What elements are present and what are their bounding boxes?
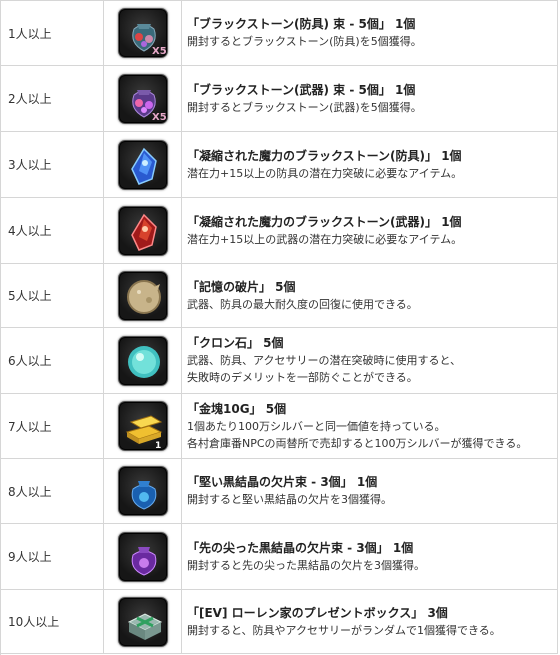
reward-table: 1人以上 X5 「ブラックストーン(防具) 束 - 5個」 1個 開封するとブラ… (0, 0, 558, 655)
item-description: 武器、防具の最大耐久度の回復に使用できる。 (187, 297, 418, 311)
icon-cell (104, 524, 182, 589)
icon-cell (104, 198, 182, 263)
blackstone-weapon-bundle-icon: X5 (117, 73, 168, 124)
table-row: 7人以上 1 「金塊10G」 5個 1個あたり100万シルバーと同一価値を持って… (1, 394, 558, 459)
condition-cell: 5人以上 (1, 264, 104, 327)
item-info-cell: 「先の尖った黒結晶の欠片束 - 3個」 1個 開封すると先の尖った黒結晶の欠片を… (182, 524, 558, 589)
table-row: 10人以上 「[EV] ローレン家のプレゼントボックス」 3個 開封すると、防具… (1, 590, 558, 654)
hard-crystal-shard-bundle-icon (117, 466, 168, 516)
table-row: 6人以上 「クロン石」 5個 武器、防具、アクセサリーの潜在突破時に使用すると、… (1, 328, 558, 394)
quantity-badge: 1 (155, 441, 161, 451)
table-row: 8人以上 「堅い黒結晶の欠片束 - 3個」 1個 開封すると堅い黒結晶の欠片を3… (1, 459, 558, 524)
item-name: 「ブラックストーン(武器) 束 - 5個」 1個 (187, 82, 416, 97)
icon-cell: X5 (104, 1, 182, 65)
item-info-cell: 「ブラックストーン(武器) 束 - 5個」 1個 開封するとブラックストーン(武… (182, 66, 558, 131)
item-description: 失敗時のデメリットを一部防ぐことができる。 (187, 371, 418, 384)
icon-cell: 1 (104, 394, 182, 458)
item-name: 「凝縮された魔力のブラックストーン(武器)」 1個 (187, 214, 462, 229)
quantity-badge: X5 (152, 46, 167, 57)
quantity-badge: X5 (152, 112, 167, 123)
table-row: 3人以上 「凝縮された魔力のブラックストーン(防具)」 1個 潜在力+15以上の… (1, 132, 558, 198)
icon-cell (104, 132, 182, 197)
condition-cell: 6人以上 (1, 328, 104, 393)
item-info-cell: 「ブラックストーン(防具) 束 - 5個」 1個 開封するとブラックストーン(防… (182, 1, 558, 65)
item-info-cell: 「記憶の破片」 5個 武器、防具の最大耐久度の回復に使用できる。 (182, 264, 558, 327)
table-row: 9人以上 「先の尖った黒結晶の欠片束 - 3個」 1個 開封すると先の尖った黒結… (1, 524, 558, 590)
item-name: 「先の尖った黒結晶の欠片束 - 3個」 1個 (187, 540, 414, 555)
loren-present-box-icon (117, 596, 168, 647)
condition-cell: 9人以上 (1, 524, 104, 589)
item-description: 潜在力+15以上の武器の潜在力突破に必要なアイテム。 (187, 232, 463, 246)
icon-cell (104, 459, 182, 523)
icon-cell (104, 264, 182, 327)
item-description: 各村倉庫番NPCの両替所で売却すると100万シルバーが獲得できる。 (187, 436, 528, 450)
item-description: 開封すると堅い黒結晶の欠片を3個獲得。 (187, 493, 392, 506)
item-name: 「凝縮された魔力のブラックストーン(防具)」 1個 (187, 148, 462, 163)
item-description: 武器、防具、アクセサリーの潜在突破時に使用すると、 (187, 354, 462, 367)
condition-cell: 3人以上 (1, 132, 104, 197)
item-info-cell: 「凝縮された魔力のブラックストーン(武器)」 1個 潜在力+15以上の武器の潜在… (182, 198, 558, 263)
gold-bar-icon: 1 (117, 401, 168, 451)
item-info-cell: 「クロン石」 5個 武器、防具、アクセサリーの潜在突破時に使用すると、 失敗時の… (182, 328, 558, 393)
blackstone-armor-bundle-icon: X5 (117, 8, 168, 58)
item-info-cell: 「[EV] ローレン家のプレゼントボックス」 3個 開封すると、防具やアクセサリ… (182, 590, 558, 653)
item-description: 1個あたり100万シルバーと同一価値を持っている。 (187, 419, 446, 433)
condition-cell: 7人以上 (1, 394, 104, 458)
item-name: 「記憶の破片」 5個 (187, 279, 296, 294)
condition-cell: 2人以上 (1, 66, 104, 131)
icon-cell (104, 590, 182, 653)
item-info-cell: 「凝縮された魔力のブラックストーン(防具)」 1個 潜在力+15以上の防具の潜在… (182, 132, 558, 197)
condition-cell: 8人以上 (1, 459, 104, 523)
item-name: 「金塊10G」 5個 (187, 401, 287, 416)
item-name: 「[EV] ローレン家のプレゼントボックス」 3個 (187, 605, 448, 620)
icon-cell: X5 (104, 66, 182, 131)
item-description: 開封すると先の尖った黒結晶の欠片を3個獲得。 (187, 558, 425, 572)
sharp-crystal-shard-bundle-icon (117, 531, 168, 582)
item-description: 開封するとブラックストーン(防具)を5個獲得。 (187, 35, 422, 48)
table-row: 1人以上 X5 「ブラックストーン(防具) 束 - 5個」 1個 開封するとブラ… (1, 1, 558, 66)
concentrated-blackstone-armor-icon (117, 139, 168, 190)
icon-cell (104, 328, 182, 393)
condition-cell: 4人以上 (1, 198, 104, 263)
condition-cell: 1人以上 (1, 1, 104, 65)
item-name: 「堅い黒結晶の欠片束 - 3個」 1個 (187, 475, 378, 489)
table-row: 4人以上 「凝縮された魔力のブラックストーン(武器)」 1個 潜在力+15以上の… (1, 198, 558, 264)
cron-stone-icon (117, 335, 168, 386)
item-name: 「ブラックストーン(防具) 束 - 5個」 1個 (187, 17, 416, 31)
condition-cell: 10人以上 (1, 590, 104, 653)
item-description: 開封するとブラックストーン(武器)を5個獲得。 (187, 100, 422, 114)
concentrated-blackstone-weapon-icon (117, 205, 168, 256)
table-row: 5人以上 「記憶の破片」 5個 武器、防具の最大耐久度の回復に使用できる。 (1, 264, 558, 328)
item-description: 潜在力+15以上の防具の潜在力突破に必要なアイテム。 (187, 166, 463, 180)
item-name: 「クロン石」 5個 (187, 336, 284, 350)
table-row: 2人以上 X5 「ブラックストーン(武器) 束 - 5個」 1個 開封するとブラ… (1, 66, 558, 132)
item-info-cell: 「堅い黒結晶の欠片束 - 3個」 1個 開封すると堅い黒結晶の欠片を3個獲得。 (182, 459, 558, 523)
item-description: 開封すると、防具やアクセサリーがランダムで1個獲得できる。 (187, 623, 501, 637)
item-info-cell: 「金塊10G」 5個 1個あたり100万シルバーと同一価値を持っている。 各村倉… (182, 394, 558, 458)
memory-fragment-icon (117, 270, 168, 321)
